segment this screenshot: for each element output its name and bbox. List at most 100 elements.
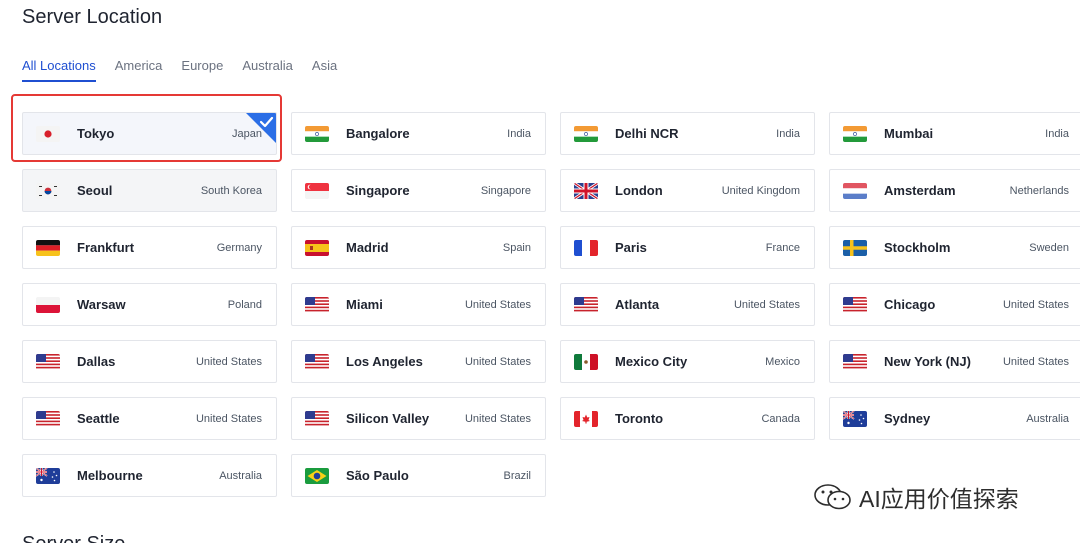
city-name: Delhi NCR — [615, 126, 679, 141]
city-name: Stockholm — [884, 240, 951, 255]
tab-europe[interactable]: Europe — [181, 58, 223, 82]
flag-us-icon — [843, 297, 867, 313]
flag-ca-icon — [574, 411, 598, 427]
city-name: Dallas — [77, 354, 116, 369]
country-name: Netherlands — [1009, 184, 1069, 197]
flag-in-icon — [843, 126, 867, 142]
flag-au-icon — [36, 468, 60, 484]
city-name: Singapore — [346, 183, 410, 198]
country-name: Brazil — [503, 469, 531, 482]
country-name: India — [507, 127, 531, 140]
flag-gb-icon — [574, 183, 598, 199]
country-name: Singapore — [480, 184, 531, 197]
location-card-london[interactable]: London United Kingdom — [560, 169, 815, 212]
flag-pl-icon — [36, 297, 60, 313]
location-card-mumbai[interactable]: Mumbai India — [829, 112, 1080, 155]
flag-us-icon — [36, 354, 60, 370]
location-card-miami[interactable]: Miami United States — [291, 283, 546, 326]
location-card-singapore[interactable]: Singapore Singapore — [291, 169, 546, 212]
location-card-los-angeles[interactable]: Los Angeles United States — [291, 340, 546, 383]
city-name: Los Angeles — [346, 354, 423, 369]
location-card-amsterdam[interactable]: Amsterdam Netherlands — [829, 169, 1080, 212]
flag-us-icon — [305, 297, 329, 313]
tab-asia[interactable]: Asia — [312, 58, 337, 82]
city-name: Chicago — [884, 297, 936, 312]
watermark-text: AI应用价值探索 — [859, 486, 1019, 512]
flag-mx-icon — [574, 354, 598, 370]
flag-nl-icon — [843, 183, 867, 199]
city-name: Melbourne — [77, 468, 143, 483]
country-name: South Korea — [200, 184, 262, 197]
country-name: United States — [733, 298, 800, 311]
location-card-delhi-ncr[interactable]: Delhi NCR India — [560, 112, 815, 155]
location-card-sao-paulo[interactable]: São Paulo Brazil — [291, 454, 546, 497]
flag-jp-icon — [36, 126, 60, 142]
flag-us-icon — [305, 411, 329, 427]
flag-fr-icon — [574, 240, 598, 256]
location-card-dallas[interactable]: Dallas United States — [22, 340, 277, 383]
location-card-seattle[interactable]: Seattle United States — [22, 397, 277, 440]
flag-in-icon — [574, 126, 598, 142]
country-name: Germany — [216, 241, 262, 254]
location-card-chicago[interactable]: Chicago United States — [829, 283, 1080, 326]
location-card-tokyo[interactable]: Tokyo Japan — [22, 112, 277, 155]
country-name: France — [765, 241, 800, 254]
city-name: Tokyo — [77, 126, 115, 141]
location-card-atlanta[interactable]: Atlanta United States — [560, 283, 815, 326]
location-card-paris[interactable]: Paris France — [560, 226, 815, 269]
flag-in-icon — [305, 126, 329, 142]
country-name: India — [1045, 127, 1069, 140]
flag-us-icon — [305, 354, 329, 370]
flag-se-icon — [843, 240, 867, 256]
country-name: United States — [195, 412, 262, 425]
country-name: Spain — [502, 241, 531, 254]
city-name: Toronto — [615, 411, 664, 426]
location-card-silicon-valley[interactable]: Silicon Valley United States — [291, 397, 546, 440]
city-name: Paris — [615, 240, 647, 255]
city-name: Madrid — [346, 240, 389, 255]
tab-australia[interactable]: Australia — [242, 58, 293, 82]
city-name: Seattle — [77, 411, 120, 426]
city-name: Sydney — [884, 411, 931, 426]
country-name: Australia — [1026, 412, 1069, 425]
country-name: United States — [195, 355, 262, 368]
server-size-heading: Server Size — [22, 533, 125, 543]
page-title: Server Location — [22, 6, 163, 28]
flag-kr-icon — [36, 183, 60, 199]
flag-us-icon — [574, 297, 598, 313]
location-card-warsaw[interactable]: Warsaw Poland — [22, 283, 277, 326]
location-card-mexico-city[interactable]: Mexico City Mexico — [560, 340, 815, 383]
location-card-sydney[interactable]: Sydney Australia — [829, 397, 1080, 440]
city-name: Miami — [346, 297, 383, 312]
country-name: United Kingdom — [721, 184, 800, 197]
location-card-melbourne[interactable]: Melbourne Australia — [22, 454, 277, 497]
country-name: India — [776, 127, 800, 140]
location-card-bangalore[interactable]: Bangalore India — [291, 112, 546, 155]
watermark: AI应用价值探索 — [813, 480, 1019, 514]
location-card-frankfurt[interactable]: Frankfurt Germany — [22, 226, 277, 269]
location-card-madrid[interactable]: Madrid Spain — [291, 226, 546, 269]
flag-sg-icon — [305, 183, 329, 199]
country-name: United States — [1002, 298, 1069, 311]
city-name: London — [615, 183, 663, 198]
city-name: Mexico City — [615, 354, 688, 369]
flag-br-icon — [305, 468, 329, 484]
city-name: São Paulo — [346, 468, 409, 483]
country-name: United States — [464, 355, 531, 368]
location-card-stockholm[interactable]: Stockholm Sweden — [829, 226, 1080, 269]
city-name: Bangalore — [346, 126, 410, 141]
tab-all-locations[interactable]: All Locations — [22, 58, 96, 82]
city-name: Frankfurt — [77, 240, 135, 255]
city-name: Amsterdam — [884, 183, 956, 198]
city-name: Atlanta — [615, 297, 660, 312]
location-card-new-york-nj[interactable]: New York (NJ) United States — [829, 340, 1080, 383]
location-tabs: All Locations America Europe Australia A… — [22, 58, 337, 82]
country-name: Canada — [761, 412, 800, 425]
country-name: United States — [464, 412, 531, 425]
tab-america[interactable]: America — [115, 58, 163, 82]
country-name: Poland — [227, 298, 262, 311]
location-card-toronto[interactable]: Toronto Canada — [560, 397, 815, 440]
city-name: Warsaw — [77, 297, 126, 312]
country-name: Mexico — [765, 355, 800, 368]
location-card-seoul[interactable]: Seoul South Korea — [22, 169, 277, 212]
